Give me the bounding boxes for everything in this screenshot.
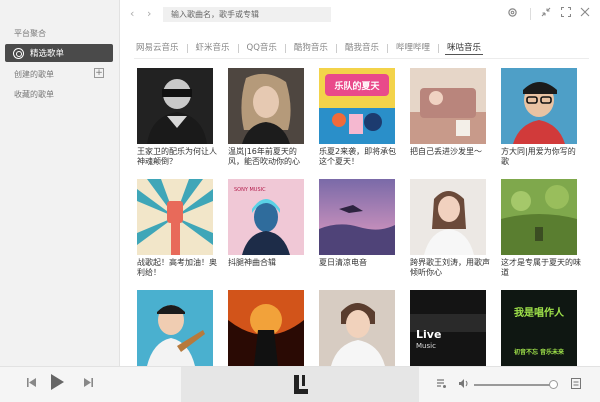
app-logo-icon [294,375,308,394]
playlist-cover[interactable]: 乐队的夏天 [319,68,395,144]
playlist-cover[interactable] [501,179,577,255]
playlist-title[interactable]: 方大同|用爱为你写的歌 [501,147,581,169]
playlist-icon[interactable] [436,378,447,392]
tabs-divider [134,58,589,59]
playlist-title[interactable]: 乐夏2来袭，即将承包这个夏天！ [319,147,399,169]
search-input[interactable] [163,7,331,22]
close-icon[interactable] [580,7,590,20]
tab-kugou[interactable]: 酷狗音乐 [292,41,330,55]
playlist-cover[interactable] [228,68,304,144]
lyric-icon[interactable] [571,378,581,392]
music-app-window: 平台聚合 精选歌单 创建的歌单 + 收藏的歌单 ‹ › 网易云音乐 虾米音乐 [0,0,600,402]
source-tabs: 网易云音乐 虾米音乐 QQ音乐 酷狗音乐 酷我音乐 哔哩哔哩 咪咕音乐 [134,40,483,56]
add-playlist-button[interactable]: + [94,68,104,78]
playlist-card[interactable]: 夏日清凉电音 [319,179,399,280]
playlist-card[interactable] [228,290,308,366]
next-track-icon[interactable] [83,377,94,391]
tab-qq-music[interactable]: QQ音乐 [245,41,279,55]
playlist-card[interactable]: 乐队的夏天 乐夏2来袭，即将承包这个夏天！ [319,68,399,169]
tab-netease[interactable]: 网易云音乐 [134,41,181,55]
tab-bilibili[interactable]: 哔哩哔哩 [394,41,432,55]
playlist-card[interactable]: 把自己丢进沙发里～ [410,68,490,169]
playlist-card[interactable] [319,290,399,366]
mini-mode-icon[interactable] [541,7,551,20]
playlist-card[interactable]: 方大同|用爱为你写的歌 [501,68,581,169]
playlist-cover[interactable] [137,290,213,366]
playlist-card[interactable]: 温岚|16年前夏天的风，能否吹动你的心 [228,68,308,169]
sidebar-item-featured-playlists[interactable]: 精选歌单 [5,44,113,62]
playlist-title[interactable]: 战歌起！高考加油！奥利给！ [137,258,217,280]
volume-icon[interactable] [458,378,470,392]
playlist-cover[interactable] [137,179,213,255]
playlist-cover[interactable] [319,179,395,255]
disc-icon [13,47,24,59]
sony-music-label: SONY MUSIC [234,187,266,193]
sidebar-item-label: 精选歌单 [30,49,65,59]
playlist-cover[interactable]: SONY MUSIC [228,179,304,255]
player-bar [0,366,600,402]
playlist-card[interactable]: 跨界歌王刘涛，用歌声倾听你心 [410,179,490,280]
live-cover-title: Live [416,328,441,341]
playlist-cover[interactable] [410,179,486,255]
zuoren-cover-title: 我是唱作人 [514,306,565,319]
playlist-cover[interactable] [319,290,395,366]
playlist-card[interactable]: Live Music [410,290,490,366]
playlist-card[interactable]: 战歌起！高考加油！奥利给！ [137,179,217,280]
playlist-grid: 王家卫的配乐为何让人神魂颠倒？ 温岚|16年前夏天的风，能否吹动你的心 乐队的夏… [137,68,587,366]
playlist-cover[interactable] [137,68,213,144]
tab-migu[interactable]: 咪咕音乐 [444,41,483,55]
tab-kuwo[interactable]: 酷我音乐 [343,41,381,55]
zuoren-cover-subtitle: 初音不忘 音乐未来 [514,348,565,356]
top-bar: ‹ › [121,0,600,28]
toolbar-divider [530,8,531,20]
play-icon[interactable] [51,374,64,390]
live-cover-subtitle: Music [416,342,436,350]
playlist-title[interactable]: 夏日清凉电音 [319,258,399,280]
fullscreen-icon[interactable] [560,6,572,20]
playlist-card[interactable] [137,290,217,366]
created-playlists-label: 创建的歌单 [14,70,54,79]
volume-slider[interactable] [474,384,554,386]
chevron-left-icon[interactable]: ‹ [130,7,134,20]
playlist-card[interactable]: SONY MUSIC 抖腿神曲合辑 [228,179,308,280]
settings-gear-icon[interactable] [507,7,518,21]
volume-slider-handle[interactable] [549,380,558,389]
playlist-card[interactable]: 这才是专属于夏天的味道 [501,179,581,280]
sidebar: 平台聚合 精选歌单 创建的歌单 + 收藏的歌单 [0,0,120,366]
playlist-title[interactable]: 把自己丢进沙发里～ [410,147,490,169]
playlist-card[interactable]: 王家卫的配乐为何让人神魂颠倒？ [137,68,217,169]
tab-xiami[interactable]: 虾米音乐 [194,41,232,55]
playlist-cover[interactable]: Live Music [410,290,486,366]
playlist-cover[interactable] [410,68,486,144]
playlist-title[interactable]: 跨界歌王刘涛，用歌声倾听你心 [410,258,490,280]
platform-section-label: 平台聚合 [14,29,46,38]
summer-cover-title: 乐队的夏天 [334,80,380,92]
chevron-right-icon[interactable]: › [147,7,151,20]
playlist-title[interactable]: 抖腿神曲合辑 [228,258,308,280]
playlist-cover[interactable] [501,68,577,144]
playlist-title[interactable]: 温岚|16年前夏天的风，能否吹动你的心 [228,147,308,169]
playlist-title[interactable]: 这才是专属于夏天的味道 [501,258,581,280]
playlist-title[interactable]: 王家卫的配乐为何让人神魂颠倒？ [137,147,217,169]
now-playing-area[interactable] [181,367,419,402]
collected-playlists-label: 收藏的歌单 [14,90,54,99]
prev-track-icon[interactable] [26,377,37,391]
playlist-card[interactable]: 我是唱作人 初音不忘 音乐未来 [501,290,581,366]
playlist-cover[interactable] [228,290,304,366]
playlist-cover[interactable]: 我是唱作人 初音不忘 音乐未来 [501,290,577,366]
